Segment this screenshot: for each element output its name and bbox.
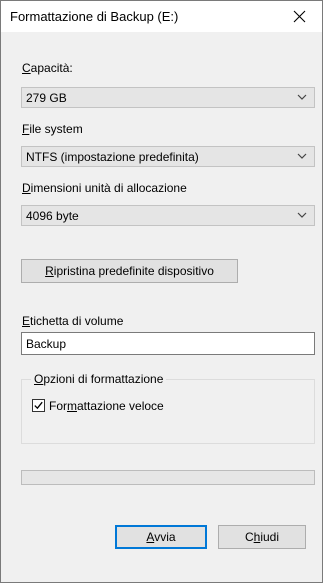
format-options-title: Opzioni di formattazione [31,372,167,386]
capacity-select[interactable]: 279 GB [21,87,315,108]
capacity-value: 279 GB [26,91,67,105]
filesystem-label: File system [22,122,83,136]
quick-format-label[interactable]: Formattazione veloce [49,399,164,413]
title-bar: Formattazione di Backup (E:) [1,1,322,32]
allocation-label: Dimensioni unità di allocazione [22,181,187,195]
start-button[interactable]: Avvia [115,525,207,549]
filesystem-select[interactable]: NTFS (impostazione predefinita) [21,146,315,167]
allocation-value: 4096 byte [26,209,79,223]
checkmark-icon [34,401,43,410]
chevron-down-icon [297,94,307,100]
volume-label-label: Etichetta di volume [22,314,124,328]
filesystem-value: NTFS (impostazione predefinita) [26,150,199,164]
close-dialog-button[interactable]: Chiudi [218,525,306,549]
close-icon [293,10,306,23]
close-button[interactable] [278,1,322,32]
capacity-label: Capacità: [22,61,73,75]
format-dialog: Formattazione di Backup (E:) Capacità: 2… [0,0,323,583]
allocation-select[interactable]: 4096 byte [21,205,315,226]
format-progress-bar [21,470,315,485]
quick-format-checkbox[interactable] [32,399,45,412]
chevron-down-icon [297,212,307,218]
window-title: Formattazione di Backup (E:) [10,9,179,24]
chevron-down-icon [297,153,307,159]
restore-defaults-button[interactable]: Ripristina predefinite dispositivo [21,259,238,283]
volume-label-input[interactable]: Backup [21,332,315,355]
volume-label-value: Backup [26,337,67,351]
